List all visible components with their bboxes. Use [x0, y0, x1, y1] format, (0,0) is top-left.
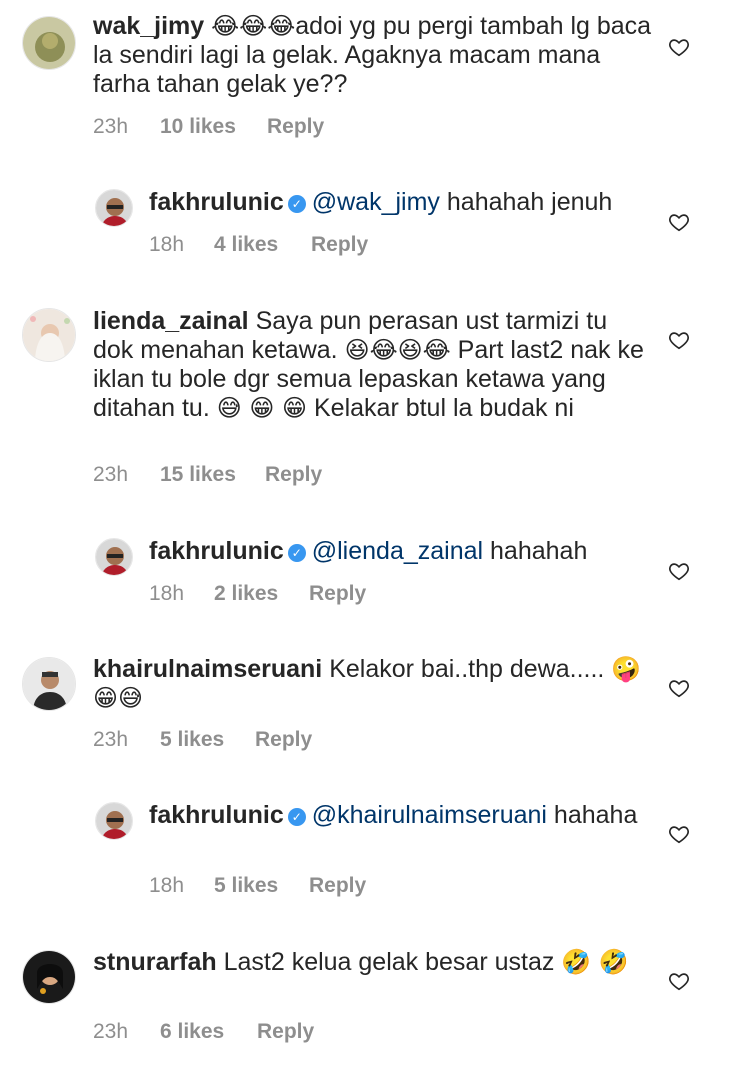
timestamp: 23h	[93, 728, 129, 751]
verified-badge-icon: ✓	[287, 195, 306, 213]
comment-text: fakhrulunic ✓ @wak_jimy hahahah jenuh	[149, 188, 659, 217]
comment-text: lienda_zainal Saya pun perasan ust tarmi…	[93, 307, 653, 423]
username[interactable]: wak_jimy	[93, 12, 204, 40]
emoji: 🤣 🤣	[561, 948, 629, 976]
verified-badge-icon: ✓	[287, 544, 306, 562]
heart-icon[interactable]	[668, 677, 690, 699]
likes-count[interactable]: 2 likes	[214, 582, 309, 606]
avatar[interactable]	[95, 189, 133, 227]
comment-body: hahaha	[553, 801, 638, 829]
comment-text: wak_jimy 😂😂😂adoi yg pu pergi tambah lg b…	[93, 12, 663, 99]
heart-icon[interactable]	[668, 970, 690, 992]
comment-meta: 23h 10 likes Reply	[93, 115, 324, 139]
heart-icon[interactable]	[668, 211, 690, 233]
heart-icon[interactable]	[668, 329, 690, 351]
reply-button[interactable]: Reply	[311, 233, 368, 257]
likes-count[interactable]: 5 likes	[160, 728, 255, 752]
reply-button[interactable]: Reply	[309, 874, 366, 898]
avatar[interactable]	[95, 538, 133, 576]
likes-count[interactable]: 6 likes	[160, 1020, 257, 1044]
timestamp: 18h	[149, 582, 185, 605]
heart-icon[interactable]	[668, 560, 690, 582]
emoji: 😅 😁 😁	[216, 394, 308, 422]
timestamp: 23h	[93, 1020, 129, 1043]
comment-meta: 23h 6 likes Reply	[93, 1020, 314, 1044]
username[interactable]: stnurarfah	[93, 948, 217, 976]
timestamp: 18h	[149, 233, 185, 256]
comment-body: hahahah jenuh	[446, 188, 613, 216]
comment-meta: 18h 2 likes Reply	[149, 582, 366, 606]
username[interactable]: khairulnaimseruani	[93, 655, 322, 683]
timestamp: 18h	[149, 874, 185, 897]
comment-meta: 18h 5 likes Reply	[149, 874, 366, 898]
mention-link[interactable]: @wak_jimy	[312, 188, 440, 216]
comment-meta: 23h 15 likes Reply	[93, 463, 322, 487]
reply-button[interactable]: Reply	[309, 582, 366, 606]
comment-text: stnurarfah Last2 kelua gelak besar ustaz…	[93, 948, 653, 977]
timestamp: 23h	[93, 463, 129, 486]
username[interactable]: fakhrulunic	[149, 188, 284, 216]
comment-body: hahahah	[490, 537, 588, 565]
reply-button[interactable]: Reply	[267, 115, 324, 139]
avatar[interactable]	[22, 16, 76, 70]
comment-text: fakhrulunic ✓ @khairulnaimseruani hahaha	[149, 801, 659, 830]
comment-meta: 23h 5 likes Reply	[93, 728, 312, 752]
comment-meta: 18h 4 likes Reply	[149, 233, 368, 257]
likes-count[interactable]: 10 likes	[160, 115, 267, 139]
avatar[interactable]	[95, 802, 133, 840]
username[interactable]: fakhrulunic	[149, 801, 284, 829]
username[interactable]: fakhrulunic	[149, 537, 284, 565]
reply-button[interactable]: Reply	[265, 463, 322, 487]
mention-link[interactable]: @khairulnaimseruani	[312, 801, 547, 829]
comment-text: fakhrulunic ✓ @lienda_zainal hahahah	[149, 537, 659, 566]
timestamp: 23h	[93, 115, 129, 138]
username[interactable]: lienda_zainal	[93, 307, 249, 335]
mention-link[interactable]: @lienda_zainal	[312, 537, 483, 565]
reply-button[interactable]: Reply	[257, 1020, 314, 1044]
avatar[interactable]	[22, 308, 76, 362]
comment-text: khairulnaimseruani Kelakor bai..thp dewa…	[93, 655, 653, 713]
avatar[interactable]	[22, 657, 76, 711]
likes-count[interactable]: 15 likes	[160, 463, 265, 487]
heart-icon[interactable]	[668, 823, 690, 845]
heart-icon[interactable]	[668, 36, 690, 58]
likes-count[interactable]: 5 likes	[214, 874, 309, 898]
comment-body: Kelakor bai..thp dewa.....	[329, 655, 605, 683]
comment-body: Last2 kelua gelak besar ustaz	[223, 948, 555, 976]
likes-count[interactable]: 4 likes	[214, 233, 311, 257]
verified-badge-icon: ✓	[287, 808, 306, 826]
comment-body: Kelakar btul la budak ni	[314, 394, 574, 422]
emoji: 😂😂😂	[211, 12, 296, 40]
emoji: 😆😂😆😂	[344, 336, 451, 364]
reply-button[interactable]: Reply	[255, 728, 312, 752]
avatar[interactable]	[22, 950, 76, 1004]
